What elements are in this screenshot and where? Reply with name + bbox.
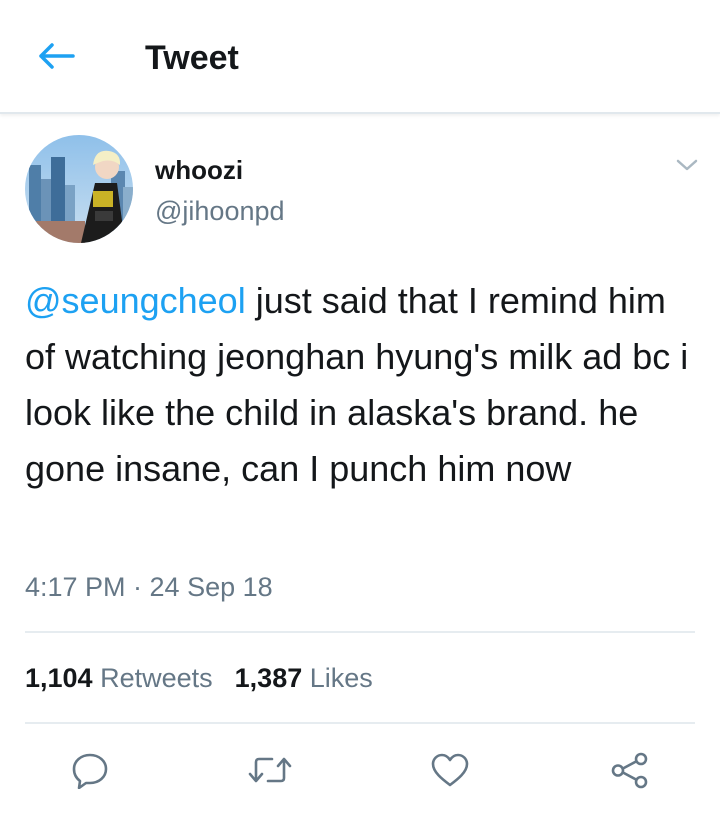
like-button[interactable] — [428, 748, 472, 792]
likes-count: 1,387 — [234, 663, 303, 693]
tweet-stats: 1,104 Retweets 1,387 Likes — [25, 660, 373, 696]
author-name[interactable]: whoozi — [155, 153, 243, 187]
retweets-stat[interactable]: 1,104 Retweets — [25, 663, 213, 693]
reply-icon — [72, 753, 108, 789]
arrow-left-icon — [39, 43, 75, 69]
divider — [25, 631, 695, 633]
retweets-count: 1,104 — [25, 663, 93, 693]
divider — [25, 722, 695, 724]
back-button[interactable] — [34, 36, 78, 76]
tweet-text: @seungcheol just said that I remind him … — [25, 273, 695, 497]
mention-link[interactable]: @seungcheol — [25, 280, 246, 321]
tweet-timestamp: 4:17 PM · 24 Sep 18 — [25, 572, 273, 602]
avatar[interactable] — [25, 135, 133, 243]
profile-photo — [25, 135, 133, 243]
retweets-label: Retweets — [100, 663, 213, 693]
likes-label: Likes — [309, 663, 373, 693]
top-app-bar: Tweet — [0, 0, 720, 114]
retweet-button[interactable] — [248, 748, 292, 792]
chevron-down-icon — [676, 159, 698, 171]
retweet-icon — [248, 757, 292, 783]
heart-icon — [431, 753, 469, 787]
share-icon — [611, 752, 648, 789]
likes-stat[interactable]: 1,387 Likes — [235, 663, 373, 693]
page-title: Tweet — [145, 39, 239, 77]
author-handle[interactable]: @jihoonpd — [155, 194, 285, 228]
tweet-menu-button[interactable] — [672, 152, 702, 178]
share-button[interactable] — [608, 748, 652, 792]
reply-button[interactable] — [68, 748, 112, 792]
